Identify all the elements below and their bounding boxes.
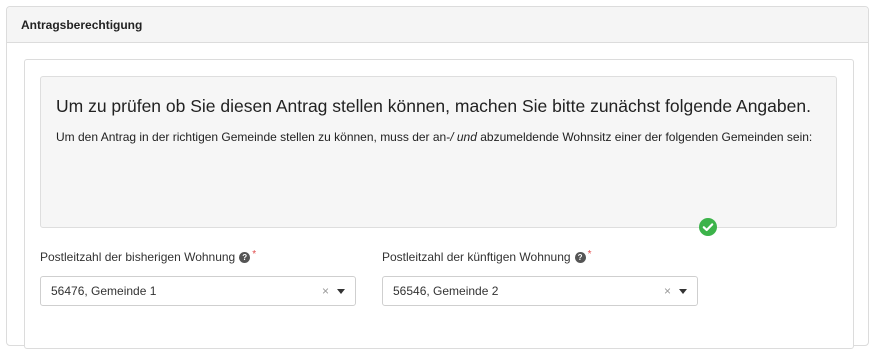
future-postcode-field: Postleitzahl der künftigen Wohnung ? * 5… — [382, 248, 698, 306]
required-marker: * — [252, 248, 257, 260]
future-postcode-select[interactable]: 56546, Gemeinde 2 × — [382, 276, 698, 306]
info-text-part-2: abzumeldende Wohnsitz einer der folgende… — [476, 130, 813, 144]
info-text-italic: / und — [450, 130, 477, 144]
previous-postcode-value: 56476, Gemeinde 1 — [51, 284, 157, 298]
question-circle-icon[interactable]: ? — [239, 251, 251, 263]
previous-postcode-select[interactable]: 56476, Gemeinde 1 × — [40, 276, 356, 306]
future-postcode-label-text: Postleitzahl der künftigen Wohnung — [382, 250, 571, 264]
check-circle-icon — [699, 218, 717, 236]
question-circle-icon[interactable]: ? — [574, 251, 586, 263]
chevron-down-icon[interactable] — [337, 288, 345, 294]
required-marker: * — [587, 248, 592, 260]
chevron-down-icon[interactable] — [679, 288, 687, 294]
panel-heading: Antragsberechtigung — [7, 7, 868, 43]
previous-postcode-label: Postleitzahl der bisherigen Wohnung ? * — [40, 248, 356, 266]
previous-postcode-field: Postleitzahl der bisherigen Wohnung ? * … — [40, 248, 356, 306]
future-postcode-label: Postleitzahl der künftigen Wohnung ? * — [382, 248, 698, 266]
info-heading: Um zu prüfen ob Sie diesen Antrag stelle… — [56, 96, 811, 116]
info-box: Um zu prüfen ob Sie diesen Antrag stelle… — [40, 76, 837, 228]
form-container: Um zu prüfen ob Sie diesen Antrag stelle… — [24, 59, 854, 349]
future-postcode-value: 56546, Gemeinde 2 — [393, 284, 499, 298]
clear-icon[interactable]: × — [322, 284, 329, 298]
info-text-part-1: Um den Antrag in der richtigen Gemeinde … — [56, 130, 451, 144]
panel-title: Antragsberechtigung — [21, 17, 143, 32]
info-text: Um den Antrag in der richtigen Gemeinde … — [56, 129, 821, 146]
previous-postcode-label-text: Postleitzahl der bisherigen Wohnung — [40, 250, 236, 264]
eligibility-panel: Antragsberechtigung Um zu prüfen ob Sie … — [6, 6, 869, 349]
clear-icon[interactable]: × — [664, 284, 671, 298]
check-circle-background — [699, 218, 717, 236]
